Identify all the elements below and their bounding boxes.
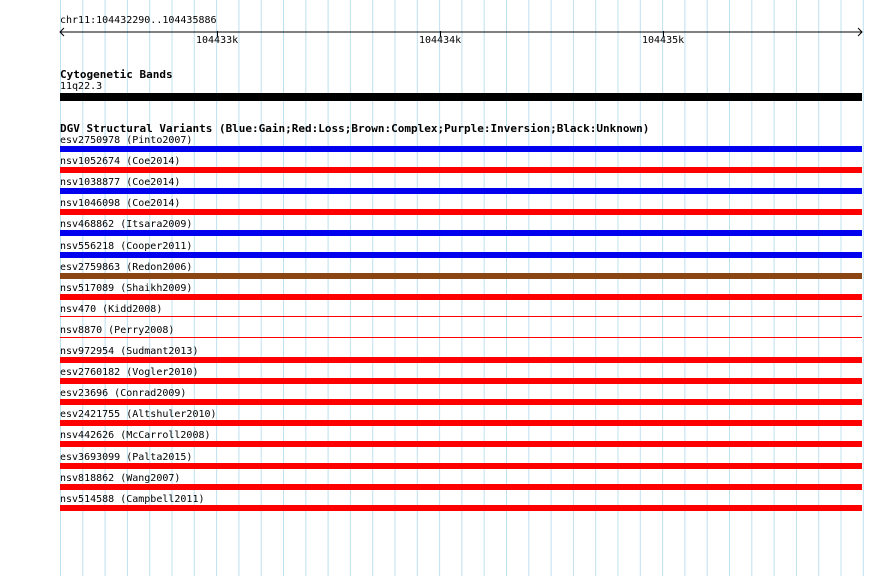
cytoband-label: 11q22.3 xyxy=(60,81,103,92)
variant-bar[interactable] xyxy=(60,293,862,300)
variant-bar[interactable] xyxy=(60,167,862,174)
variant-bar[interactable] xyxy=(60,209,862,216)
variant-bar[interactable] xyxy=(60,357,862,363)
variant-bar[interactable] xyxy=(60,420,862,427)
variant-label[interactable]: nsv8870 (Perry2008) xyxy=(60,325,174,336)
variant-bar[interactable] xyxy=(60,188,862,195)
variant-label[interactable]: nsv514588 (Campbell2011) xyxy=(60,494,205,505)
variant-label[interactable]: nsv556218 (Cooper2011) xyxy=(60,241,192,252)
variant-label[interactable]: esv2760182 (Vogler2010) xyxy=(60,368,198,378)
variant-label[interactable]: esv3693099 (Palta2015) xyxy=(60,452,192,463)
variant-label[interactable]: nsv468862 (Itsara2009) xyxy=(60,220,192,230)
variant-label[interactable]: nsv442626 (McCarroll2008) xyxy=(60,431,211,441)
variant-bar[interactable] xyxy=(60,315,862,317)
variant-bar[interactable] xyxy=(60,378,862,385)
variant-bar[interactable] xyxy=(60,230,862,237)
cytoband-track-title: Cytogenetic Bands xyxy=(60,68,173,81)
variant-label[interactable]: nsv1052674 (Coe2014) xyxy=(60,157,180,167)
variant-label[interactable]: nsv972954 (Sudmant2013) xyxy=(60,347,198,357)
ruler-axis[interactable] xyxy=(58,27,866,39)
ruler-tick-label: 104433k xyxy=(196,35,239,46)
variant-label[interactable]: esv2759863 (Redon2006) xyxy=(60,262,192,273)
variant-bar[interactable] xyxy=(60,441,862,448)
variant-bar[interactable] xyxy=(60,462,862,469)
variant-label[interactable]: nsv517089 (Shaikh2009) xyxy=(60,283,192,294)
variant-label[interactable]: nsv1046098 (Coe2014) xyxy=(60,199,180,209)
variant-bar[interactable] xyxy=(60,336,862,338)
ruler-tick-label: 104435k xyxy=(642,35,685,46)
cytoband-bar[interactable] xyxy=(60,93,862,101)
variant-label[interactable]: nsv818862 (Wang2007) xyxy=(60,473,180,484)
variant-label[interactable]: nsv1038877 (Coe2014) xyxy=(60,178,180,188)
dgv-track-title: DGV Structural Variants (Blue:Gain;Red:L… xyxy=(60,122,650,135)
variant-label[interactable]: esv23696 (Conrad2009) xyxy=(60,389,186,399)
variant-bar[interactable] xyxy=(60,399,862,406)
variant-bar[interactable] xyxy=(60,146,862,152)
variant-bar[interactable] xyxy=(60,504,862,511)
variant-label[interactable]: esv2750978 (Pinto2007) xyxy=(60,136,192,146)
variant-bar[interactable] xyxy=(60,251,862,258)
variant-label[interactable]: esv2421755 (Altshuler2010) xyxy=(60,410,217,420)
variant-label[interactable]: nsv470 (Kidd2008) xyxy=(60,304,162,315)
ruler-range-label: chr11:104432290..104435886 xyxy=(60,15,217,26)
ruler-tick-label: 104434k xyxy=(419,35,462,46)
variant-bar[interactable] xyxy=(60,483,862,490)
variant-bar[interactable] xyxy=(60,272,862,279)
